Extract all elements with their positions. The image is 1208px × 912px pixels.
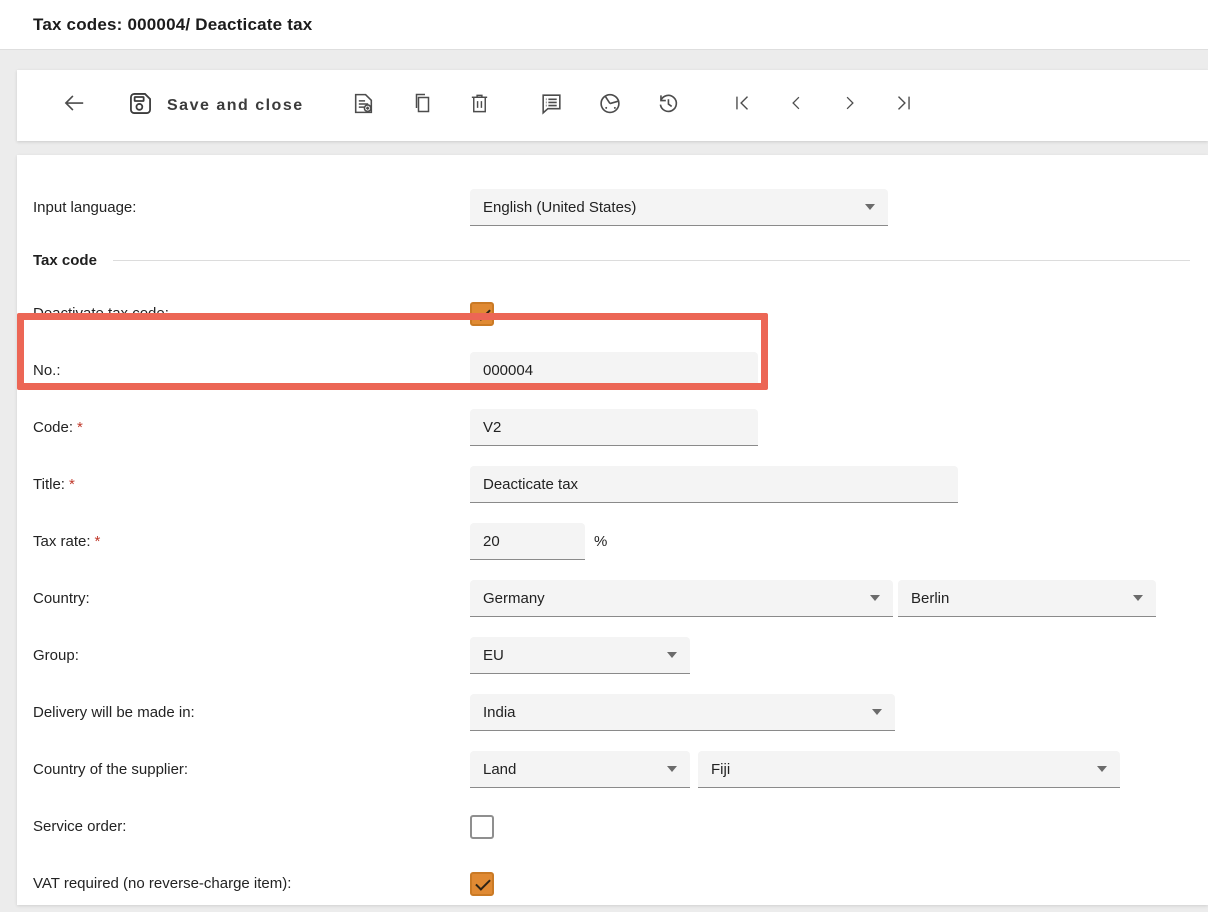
- group-value: EU: [483, 647, 504, 664]
- delivery-select[interactable]: India: [470, 694, 895, 731]
- code-row: Code:*: [17, 399, 1208, 456]
- vat-required-label: VAT required (no reverse-charge item):: [17, 875, 470, 892]
- group-label: Group:: [17, 647, 470, 664]
- group-select[interactable]: EU: [470, 637, 690, 674]
- save-and-close-button[interactable]: Save and close: [127, 90, 304, 122]
- chevron-down-icon: [667, 766, 677, 772]
- region-value: Berlin: [911, 590, 949, 607]
- deactivate-label: Deactivate tax code:: [17, 305, 470, 322]
- chevron-down-icon: [865, 204, 875, 210]
- chevron-down-icon: [870, 595, 880, 601]
- country-label: Country:: [17, 590, 470, 607]
- delivery-value: India: [483, 704, 516, 721]
- section-divider: [113, 260, 1190, 261]
- group-row: Group: EU: [17, 627, 1208, 684]
- required-asterisk: *: [95, 533, 101, 550]
- number-label: No.:: [17, 362, 470, 379]
- create-based-on-button[interactable]: [350, 92, 378, 120]
- section-title: Tax code: [33, 252, 97, 269]
- region-select[interactable]: Berlin: [898, 580, 1156, 617]
- chevron-down-icon: [1133, 595, 1143, 601]
- comments-button[interactable]: [538, 92, 566, 120]
- title-input[interactable]: [470, 466, 958, 503]
- nav-last-icon: [893, 92, 915, 119]
- nav-next-icon: [840, 93, 860, 118]
- nav-first-button[interactable]: [728, 92, 756, 120]
- delete-trash-icon: [468, 92, 491, 120]
- input-language-value: English (United States): [483, 199, 636, 216]
- input-language-row: Input language: English (United States): [17, 179, 1208, 236]
- supplier-country-select[interactable]: Fiji: [698, 751, 1120, 788]
- deactivate-checkbox[interactable]: [470, 302, 494, 326]
- chevron-down-icon: [667, 652, 677, 658]
- delivery-label: Delivery will be made in:: [17, 704, 470, 721]
- tax-code-form: Input language: English (United States) …: [17, 155, 1208, 905]
- number-input[interactable]: [470, 352, 758, 389]
- window-title-bar: Tax codes: 000004/ Deacticate tax: [0, 0, 1208, 50]
- code-input[interactable]: [470, 409, 758, 446]
- percent-suffix: %: [594, 533, 607, 550]
- nav-previous-button[interactable]: [782, 92, 810, 120]
- supplier-country-value: Fiji: [711, 761, 730, 778]
- history-button[interactable]: [654, 92, 682, 120]
- required-asterisk: *: [69, 476, 75, 493]
- input-language-select[interactable]: English (United States): [470, 189, 888, 226]
- title-row: Title:*: [17, 456, 1208, 513]
- copy-button[interactable]: [408, 92, 436, 120]
- chevron-down-icon: [1097, 766, 1107, 772]
- vat-required-checkbox[interactable]: [470, 872, 494, 896]
- timer-icon: [597, 90, 623, 121]
- service-order-label: Service order:: [17, 818, 470, 835]
- tax-rate-input[interactable]: [470, 523, 585, 560]
- supplier-country-row: Country of the supplier: Land Fiji: [17, 741, 1208, 798]
- country-row: Country: Germany Berlin: [17, 570, 1208, 627]
- comment-icon: [539, 91, 564, 121]
- save-and-close-label: Save and close: [167, 97, 304, 115]
- vat-required-row: VAT required (no reverse-charge item):: [17, 855, 1208, 912]
- title-label: Title:*: [17, 476, 470, 493]
- service-order-checkbox[interactable]: [470, 815, 494, 839]
- input-language-label: Input language:: [17, 199, 470, 216]
- nav-first-icon: [731, 92, 753, 119]
- number-row: No.:: [17, 342, 1208, 399]
- deactivate-tax-code-row: Deactivate tax code:: [17, 285, 1208, 342]
- country-select[interactable]: Germany: [470, 580, 893, 617]
- nav-last-button[interactable]: [890, 92, 918, 120]
- history-icon: [655, 90, 681, 121]
- page-title: Tax codes: 000004/ Deacticate tax: [33, 15, 312, 35]
- required-asterisk: *: [77, 419, 83, 436]
- create-based-on-icon: [351, 91, 376, 121]
- back-arrow-icon: [61, 90, 87, 121]
- code-label: Code:*: [17, 419, 470, 436]
- tax-rate-label: Tax rate:*: [17, 533, 470, 550]
- toolbar: Save and close: [17, 70, 1208, 141]
- supplier-country-label: Country of the supplier:: [17, 761, 470, 778]
- delete-button[interactable]: [466, 92, 494, 120]
- delivery-row: Delivery will be made in: India: [17, 684, 1208, 741]
- supplier-type-select[interactable]: Land: [470, 751, 690, 788]
- tax-rate-row: Tax rate:* %: [17, 513, 1208, 570]
- service-order-row: Service order:: [17, 798, 1208, 855]
- tax-code-section-header: Tax code: [17, 236, 1208, 285]
- nav-previous-icon: [786, 93, 806, 118]
- back-button[interactable]: [60, 92, 88, 120]
- nav-next-button[interactable]: [836, 92, 864, 120]
- chevron-down-icon: [872, 709, 882, 715]
- country-value: Germany: [483, 590, 545, 607]
- copy-icon: [410, 91, 434, 120]
- save-floppy-icon: [127, 90, 154, 122]
- timer-button[interactable]: [596, 92, 624, 120]
- supplier-type-value: Land: [483, 761, 516, 778]
